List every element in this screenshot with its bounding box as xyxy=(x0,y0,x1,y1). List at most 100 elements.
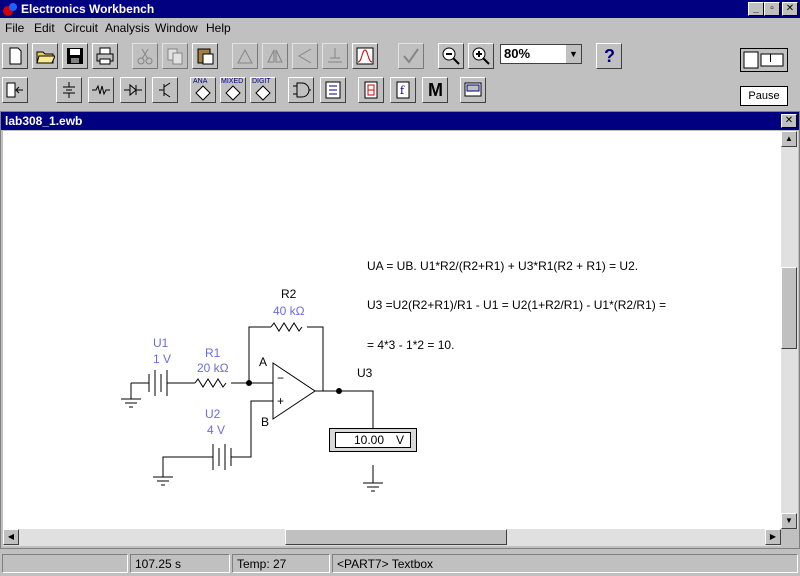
horizontal-scrollbar[interactable]: ◀ ▶ xyxy=(3,529,781,546)
equation-line-1[interactable]: UA = UB. U1*R2/(R2+R1) + U3*R1(R2 + R1) … xyxy=(367,259,638,273)
status-time: 107.25 s xyxy=(130,554,230,573)
u2-name-label: U2 xyxy=(205,407,221,421)
r2-symbol xyxy=(270,322,303,332)
scroll-down-icon[interactable]: ▼ xyxy=(781,513,797,529)
flip-horizontal-button[interactable] xyxy=(262,43,288,69)
flip-vertical-icon xyxy=(298,48,312,64)
circuit-window-titlebar: lab308_1.ewb ✕ xyxy=(1,112,799,130)
digital-ics-bin-button[interactable]: DIGIT xyxy=(250,77,276,103)
vertical-scroll-thumb[interactable] xyxy=(781,267,797,349)
menu-analysis[interactable]: Analysis xyxy=(105,21,150,35)
r2-to-output-wire xyxy=(307,326,324,391)
equation-line-3[interactable]: = 4*3 - 1*2 = 10. xyxy=(367,338,454,352)
zoom-in-button[interactable] xyxy=(468,43,494,69)
r2-name-label: R2 xyxy=(281,287,297,301)
miscellaneous-bin-button[interactable]: M xyxy=(422,77,448,103)
transistors-bin-button[interactable] xyxy=(152,77,178,103)
rotate-icon xyxy=(237,48,253,64)
floppy-disk-icon xyxy=(67,48,83,64)
u2-battery-symbol xyxy=(212,444,232,470)
function-block-icon: f xyxy=(396,81,410,99)
ewb-app-icon[interactable] xyxy=(2,1,18,17)
print-button[interactable] xyxy=(92,43,118,69)
voltmeter[interactable]: 10.00 V xyxy=(329,428,417,452)
circuit-window: lab308_1.ewb ✕ − + R2 40 kΩ U1 1 V R1 20… xyxy=(0,111,800,549)
printer-icon xyxy=(96,47,114,65)
new-file-icon xyxy=(9,47,22,65)
properties-icon xyxy=(328,48,342,63)
scissors-icon xyxy=(137,48,153,65)
node-a-junction xyxy=(246,380,252,386)
vertical-scrollbar[interactable]: ▲ ▼ xyxy=(781,131,798,529)
voltmeter-unit: V xyxy=(395,433,404,447)
status-selected-part: <PART7> Textbox xyxy=(332,554,798,573)
paste-button[interactable] xyxy=(192,43,218,69)
maximize-button[interactable]: ▫ xyxy=(764,2,780,16)
menubar: File Edit Circuit Analysis Window Help xyxy=(0,19,800,37)
digital-bin-button[interactable] xyxy=(320,77,346,103)
controls-bin-button[interactable]: f xyxy=(390,77,416,103)
logic-gate-icon xyxy=(293,82,311,98)
mixed-ic-icon xyxy=(225,85,241,101)
menu-window[interactable]: Window xyxy=(155,21,198,35)
sources-bin-button[interactable] xyxy=(56,77,82,103)
rotate-button[interactable] xyxy=(232,43,258,69)
u1-name-label: U1 xyxy=(153,336,169,350)
save-button[interactable] xyxy=(62,43,88,69)
menu-file[interactable]: File xyxy=(5,21,24,35)
zoom-out-icon xyxy=(442,47,460,65)
create-subcircuit-button[interactable] xyxy=(352,43,378,69)
ground-icon xyxy=(153,476,173,486)
power-label: I xyxy=(769,53,773,65)
zoom-select[interactable]: 80% ▼ xyxy=(500,44,582,64)
circuit-close-button[interactable]: ✕ xyxy=(781,114,797,128)
basic-bin-button[interactable] xyxy=(88,77,114,103)
flip-flop-icon xyxy=(325,81,341,99)
diodes-bin-button[interactable] xyxy=(120,77,146,103)
u1-battery-symbol xyxy=(148,370,168,396)
analog-ics-bin-button[interactable]: ANA xyxy=(190,77,216,103)
digital-ic-icon xyxy=(255,85,271,101)
open-button[interactable] xyxy=(32,43,58,69)
new-button[interactable] xyxy=(2,43,28,69)
resistor-icon xyxy=(92,84,110,96)
flip-vertical-button[interactable] xyxy=(292,43,318,69)
horizontal-scroll-thumb[interactable] xyxy=(285,529,507,545)
battery-sources-icon xyxy=(63,82,75,98)
menu-circuit[interactable]: Circuit xyxy=(64,21,98,35)
voltmeter-value: 10.00 xyxy=(354,433,385,447)
indicators-bin-button[interactable] xyxy=(358,77,384,103)
logic-gates-bin-button[interactable] xyxy=(288,77,314,103)
voltmeter-display: 10.00 V xyxy=(335,432,411,448)
circuit-workspace[interactable]: − + R2 40 kΩ U1 1 V R1 20 kΩ A B U3 U2 4… xyxy=(3,131,781,529)
menu-help[interactable]: Help xyxy=(206,21,231,35)
power-switch[interactable]: I xyxy=(740,48,788,72)
status-message-panel xyxy=(2,554,128,573)
scroll-right-icon[interactable]: ▶ xyxy=(765,529,781,545)
help-button[interactable]: ? xyxy=(596,43,622,69)
ground-icon xyxy=(121,398,141,408)
seven-segment-icon xyxy=(364,81,378,99)
zoom-out-button[interactable] xyxy=(438,43,464,69)
graph-icon xyxy=(356,47,374,65)
parts-toolbar: ANA MIXED DIGIT f M xyxy=(0,75,800,113)
circuit-file-title: lab308_1.ewb xyxy=(5,114,83,128)
analog-ic-icon xyxy=(195,85,211,101)
scroll-left-icon[interactable]: ◀ xyxy=(3,529,19,545)
zoom-tool-button[interactable] xyxy=(398,43,424,69)
minimize-button[interactable]: _ xyxy=(748,2,764,16)
ground-icon xyxy=(363,482,383,492)
mixed-ics-bin-button[interactable]: MIXED xyxy=(220,77,246,103)
scroll-up-icon[interactable]: ▲ xyxy=(781,131,797,147)
instruments-bin-button[interactable] xyxy=(460,77,486,103)
r1-symbol xyxy=(194,378,227,388)
zoom-value: 80% xyxy=(504,46,531,61)
close-button[interactable]: ✕ xyxy=(782,2,798,16)
equation-line-2[interactable]: U3 =U2(R2+R1)/R1 - U1 = U2(1+R2/R1) - U1… xyxy=(367,298,666,312)
copy-button[interactable] xyxy=(162,43,188,69)
parts-bin-toggle-button[interactable] xyxy=(2,77,28,103)
menu-edit[interactable]: Edit xyxy=(34,21,55,35)
cut-button[interactable] xyxy=(132,43,158,69)
chevron-down-icon[interactable]: ▼ xyxy=(565,45,581,63)
component-properties-button[interactable] xyxy=(322,43,348,69)
